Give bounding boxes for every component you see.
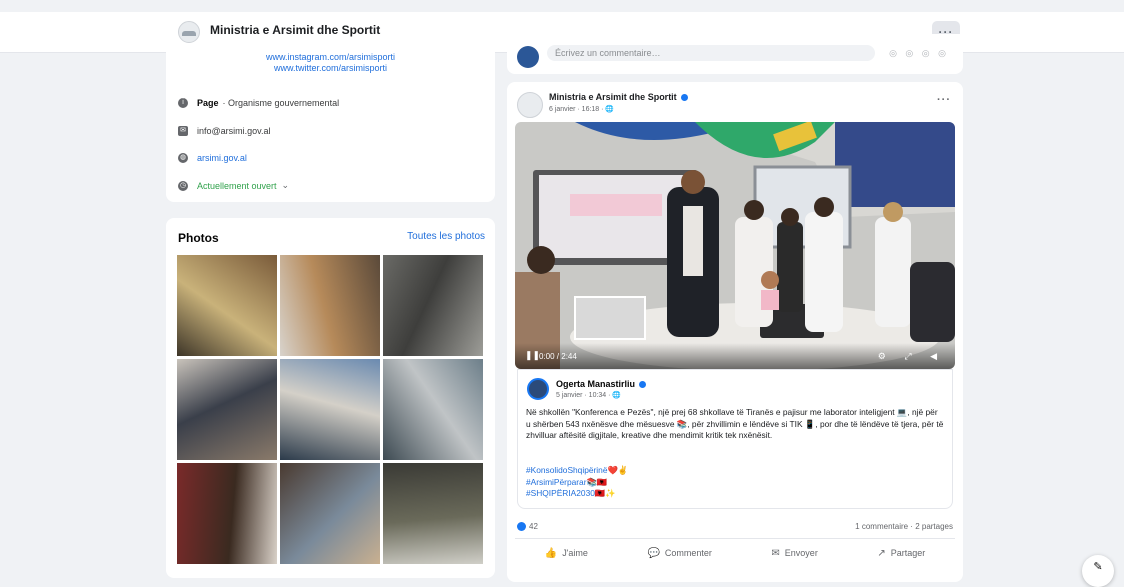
compose-icon: ✎ <box>1093 561 1103 573</box>
comment-input[interactable]: Écrivez un commentaire… <box>547 45 875 61</box>
comment-composer: Écrivez un commentaire… ◎ ◎ ◎ ◎ <box>507 34 963 74</box>
chevron-down-icon[interactable]: ⌄ <box>282 180 290 191</box>
messenger-icon: ✉ <box>771 547 780 559</box>
page-category: · Organisme gouvernemental <box>222 98 340 108</box>
post-author-avatar[interactable] <box>517 92 543 118</box>
twitter-link[interactable]: www.twitter.com/arsimisporti <box>166 63 495 73</box>
photo-thumbnail[interactable] <box>280 255 380 356</box>
see-all-photos-link[interactable]: Toutes les photos <box>407 231 485 242</box>
globe-icon: ◍ <box>178 153 188 163</box>
page-avatar[interactable] <box>178 21 200 43</box>
shared-post-date[interactable]: 5 janvier · 10:34 · 🌐 <box>556 391 621 399</box>
share-icon: ↗ <box>877 547 886 559</box>
photo-thumbnail[interactable] <box>280 359 380 460</box>
new-message-button[interactable]: ✎ <box>1082 555 1114 587</box>
shared-author-name[interactable]: Ogerta Manastirliu <box>556 379 647 389</box>
photo-thumbnail[interactable] <box>177 463 277 564</box>
photo-thumbnail[interactable] <box>177 359 277 460</box>
pause-icon[interactable]: ❚❚ <box>525 350 540 361</box>
intro-row-website: ◍ arsimi.gov.al <box>178 153 247 163</box>
photo-grid <box>177 255 485 564</box>
photos-card: Photos Toutes les photos <box>166 218 495 578</box>
comments-shares-count[interactable]: 1 commentaire · 2 partages <box>855 522 953 531</box>
intro-row-category: i Page · Organisme gouvernemental <box>178 98 339 108</box>
post-actions-bar: 👍 J'aime 💬 Commenter ✉ Envoyer ↗ Partager <box>515 538 955 567</box>
post-date[interactable]: 6 janvier · 16:18 · 🌐 <box>549 105 614 113</box>
reaction-count[interactable]: 42 <box>529 522 538 531</box>
open-status[interactable]: Actuellement ouvert <box>197 181 277 191</box>
intro-row-hours: ◷ Actuellement ouvert ⌄ <box>178 180 289 191</box>
user-avatar <box>517 46 539 68</box>
post-video[interactable]: ❚❚ 0:00 / 2:44 ⚙ ⤢ ◀ <box>515 122 955 369</box>
page-label: Page <box>197 98 219 108</box>
post-more-button[interactable]: ··· <box>937 94 951 106</box>
hashtag-1[interactable]: #KonsolidoShqipërinë❤️✌ <box>526 465 628 477</box>
shared-author-avatar[interactable] <box>527 378 549 400</box>
hashtag-3[interactable]: #SHQIPËRIA2030🇦🇱✨ <box>526 488 628 500</box>
intro-row-email: ✉ info@arsimi.gov.al <box>178 126 271 136</box>
like-button[interactable]: 👍 J'aime <box>545 548 588 559</box>
photos-title: Photos <box>178 231 219 245</box>
hashtags: #KonsolidoShqipërinë❤️✌ #ArsimiPërparar📚… <box>526 465 628 500</box>
photo-thumbnail[interactable] <box>177 255 277 356</box>
shared-post[interactable]: Ogerta Manastirliu 5 janvier · 10:34 · 🌐… <box>517 369 953 509</box>
post-author-text[interactable]: Ministria e Arsimit dhe Sportit <box>549 92 677 102</box>
photo-thumbnail[interactable] <box>383 255 483 356</box>
like-label: J'aime <box>562 548 588 558</box>
like-reaction-icon <box>517 522 526 532</box>
send-label: Envoyer <box>784 548 818 558</box>
photo-thumbnail[interactable] <box>383 359 483 460</box>
email-text: info@arsimi.gov.al <box>197 126 271 136</box>
shared-verified-badge-icon <box>639 381 647 389</box>
reactions-summary[interactable]: 42 <box>517 522 538 532</box>
send-button[interactable]: ✉ Envoyer <box>771 548 817 559</box>
video-settings-icons[interactable]: ⚙ ⤢ ◀ <box>878 351 945 362</box>
verified-badge-icon <box>680 94 688 102</box>
website-link[interactable]: arsimi.gov.al <box>197 153 247 163</box>
instagram-link[interactable]: www.instagram.com/arsimisporti <box>166 52 495 62</box>
photo-thumbnail[interactable] <box>280 463 380 564</box>
shared-author-text[interactable]: Ogerta Manastirliu <box>556 379 635 389</box>
post-author-name[interactable]: Ministria e Arsimit dhe Sportit <box>549 92 688 102</box>
thumbs-up-icon: 👍 <box>544 547 558 559</box>
shared-post-text: Në shkollën "Konferenca e Pezës", një pr… <box>526 407 944 440</box>
share-button[interactable]: ↗ Partager <box>877 548 925 559</box>
share-label: Partager <box>890 548 926 558</box>
clock-icon: ◷ <box>178 180 188 191</box>
comment-icon: 💬 <box>647 547 660 559</box>
post-card: Ministria e Arsimit dhe Sportit 6 janvie… <box>507 82 963 582</box>
info-icon: i <box>178 98 188 108</box>
intro-card: www.instagram.com/arsimisporti www.twitt… <box>166 52 495 202</box>
video-controls: ❚❚ 0:00 / 2:44 ⚙ ⤢ ◀ <box>515 343 955 369</box>
composer-emoji-icons[interactable]: ◎ ◎ ◎ ◎ <box>889 48 949 59</box>
video-time: 0:00 / 2:44 <box>539 352 577 361</box>
comment-label: Commenter <box>664 548 712 558</box>
comment-button[interactable]: 💬 Commenter <box>647 548 711 559</box>
page-title[interactable]: Ministria e Arsimit dhe Sportit <box>210 23 380 37</box>
mail-icon: ✉ <box>178 126 188 136</box>
video-frame <box>515 122 955 369</box>
photo-thumbnail[interactable] <box>383 463 483 564</box>
hashtag-2[interactable]: #ArsimiPërparar📚🇦🇱 <box>526 477 628 489</box>
